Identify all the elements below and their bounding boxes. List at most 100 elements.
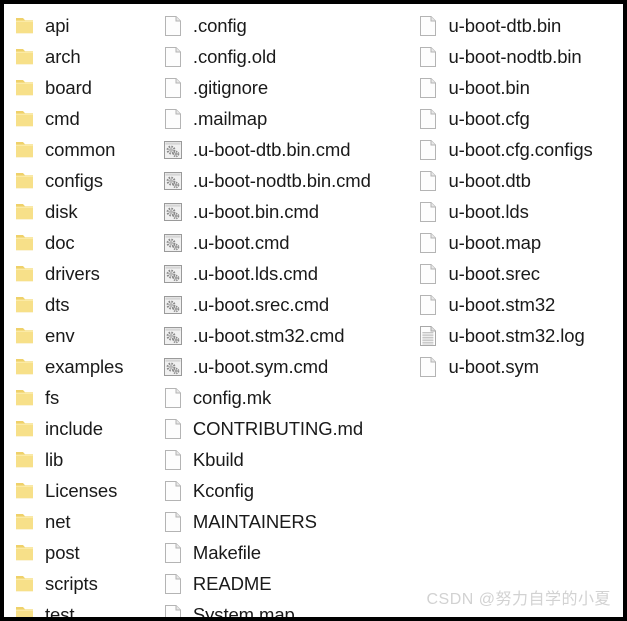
file-list-item[interactable]: .gitignore (162, 72, 413, 103)
file-name-label: u-boot.sym (448, 356, 539, 377)
folder-icon (14, 14, 36, 38)
file-list-item[interactable]: .u-boot-dtb.bin.cmd (162, 134, 413, 165)
folder-icon (14, 138, 36, 162)
folder-icon (14, 293, 36, 317)
file-list-item[interactable]: lib (14, 444, 157, 475)
file-list-item[interactable]: cmd (14, 103, 157, 134)
file-list-item[interactable]: test (14, 599, 157, 621)
file-list-item[interactable]: .u-boot.bin.cmd (162, 196, 413, 227)
file-icon (417, 76, 439, 100)
file-name-label: net (45, 511, 71, 532)
file-icon (417, 231, 439, 255)
file-list-item[interactable]: .u-boot.cmd (162, 227, 413, 258)
file-icon (162, 14, 184, 38)
file-name-label: arch (45, 46, 81, 67)
file-name-label: disk (45, 201, 78, 222)
file-list-item[interactable]: u-boot.cfg.configs (417, 134, 623, 165)
folder-icon (14, 107, 36, 131)
file-name-label: test (45, 604, 75, 621)
file-list-item[interactable]: MAINTAINERS (162, 506, 413, 537)
file-icon (162, 572, 184, 596)
file-icon (417, 107, 439, 131)
file-list-item[interactable]: u-boot.stm32.log (417, 320, 623, 351)
file-list-item[interactable]: CONTRIBUTING.md (162, 413, 413, 444)
file-list-item[interactable]: examples (14, 351, 157, 382)
file-name-label: .u-boot.sym.cmd (192, 356, 329, 377)
file-name-label: lib (45, 449, 64, 470)
file-list-item[interactable]: api (14, 10, 157, 41)
file-name-label: common (45, 139, 116, 160)
file-list-item[interactable]: System.map (162, 599, 413, 621)
file-list-item[interactable]: u-boot.stm32 (417, 289, 623, 320)
file-list-item[interactable]: scripts (14, 568, 157, 599)
file-list-item[interactable]: .config (162, 10, 413, 41)
file-list-item[interactable]: Kbuild (162, 444, 413, 475)
folder-icon (14, 45, 36, 69)
file-icon (417, 138, 439, 162)
file-name-label: .u-boot.bin.cmd (192, 201, 319, 222)
file-list-item[interactable]: README (162, 568, 413, 599)
cmd-file-icon (162, 138, 184, 162)
file-list-item[interactable]: env (14, 320, 157, 351)
file-name-label: u-boot.srec (448, 263, 540, 284)
file-list-item[interactable]: .u-boot.lds.cmd (162, 258, 413, 289)
file-name-label: .u-boot.stm32.cmd (192, 325, 345, 346)
file-list-item[interactable]: config.mk (162, 382, 413, 413)
file-list-item[interactable]: .u-boot.stm32.cmd (162, 320, 413, 351)
file-name-label: System.map (192, 604, 295, 621)
file-icon (162, 479, 184, 503)
file-name-label: configs (45, 170, 103, 191)
file-list-item[interactable]: .mailmap (162, 103, 413, 134)
file-name-label: .gitignore (192, 77, 269, 98)
file-icon (162, 448, 184, 472)
file-list-item[interactable]: u-boot.srec (417, 258, 623, 289)
file-list-item[interactable]: disk (14, 196, 157, 227)
file-list-item[interactable]: Licenses (14, 475, 157, 506)
file-list-item[interactable]: .u-boot-nodtb.bin.cmd (162, 165, 413, 196)
file-list-item[interactable]: u-boot.dtb (417, 165, 623, 196)
cmd-file-icon (162, 293, 184, 317)
file-name-label: README (192, 573, 272, 594)
file-name-label: config.mk (192, 387, 272, 408)
file-list-item[interactable]: u-boot.cfg (417, 103, 623, 134)
file-list-item[interactable]: u-boot-dtb.bin (417, 10, 623, 41)
folder-icon (14, 200, 36, 224)
folder-icon (14, 572, 36, 596)
file-name-label: u-boot.lds (448, 201, 529, 222)
cmd-file-icon (162, 169, 184, 193)
file-list-item[interactable]: net (14, 506, 157, 537)
file-list-item[interactable]: u-boot.lds (417, 196, 623, 227)
file-list-item[interactable]: u-boot.map (417, 227, 623, 258)
file-list-item[interactable]: u-boot.bin (417, 72, 623, 103)
file-name-label: .config.old (192, 46, 277, 67)
file-list-item[interactable]: Kconfig (162, 475, 413, 506)
folder-icon (14, 417, 36, 441)
file-name-label: doc (45, 232, 75, 253)
file-list-item[interactable]: post (14, 537, 157, 568)
file-list-item[interactable]: configs (14, 165, 157, 196)
file-icon (162, 541, 184, 565)
file-list-item[interactable]: dts (14, 289, 157, 320)
file-name-label: dts (45, 294, 70, 315)
file-list-item[interactable]: u-boot-nodtb.bin (417, 41, 623, 72)
file-list-item[interactable]: fs (14, 382, 157, 413)
file-icon (417, 45, 439, 69)
file-name-label: include (45, 418, 103, 439)
file-list-item[interactable]: common (14, 134, 157, 165)
file-list-item[interactable]: doc (14, 227, 157, 258)
file-list-item[interactable]: Makefile (162, 537, 413, 568)
file-name-label: .u-boot.srec.cmd (192, 294, 330, 315)
file-list-item[interactable]: .config.old (162, 41, 413, 72)
file-icon (417, 14, 439, 38)
file-list-item[interactable]: board (14, 72, 157, 103)
cmd-file-icon (162, 355, 184, 379)
file-list-item[interactable]: u-boot.sym (417, 351, 623, 382)
file-name-label: fs (45, 387, 60, 408)
file-list-item[interactable]: .u-boot.sym.cmd (162, 351, 413, 382)
cmd-file-icon (162, 200, 184, 224)
file-list-item[interactable]: include (14, 413, 157, 444)
file-explorer-window: api arch board cmd common configs disk doc drive… (0, 0, 627, 621)
file-list-item[interactable]: .u-boot.srec.cmd (162, 289, 413, 320)
file-list-item[interactable]: drivers (14, 258, 157, 289)
file-list-item[interactable]: arch (14, 41, 157, 72)
